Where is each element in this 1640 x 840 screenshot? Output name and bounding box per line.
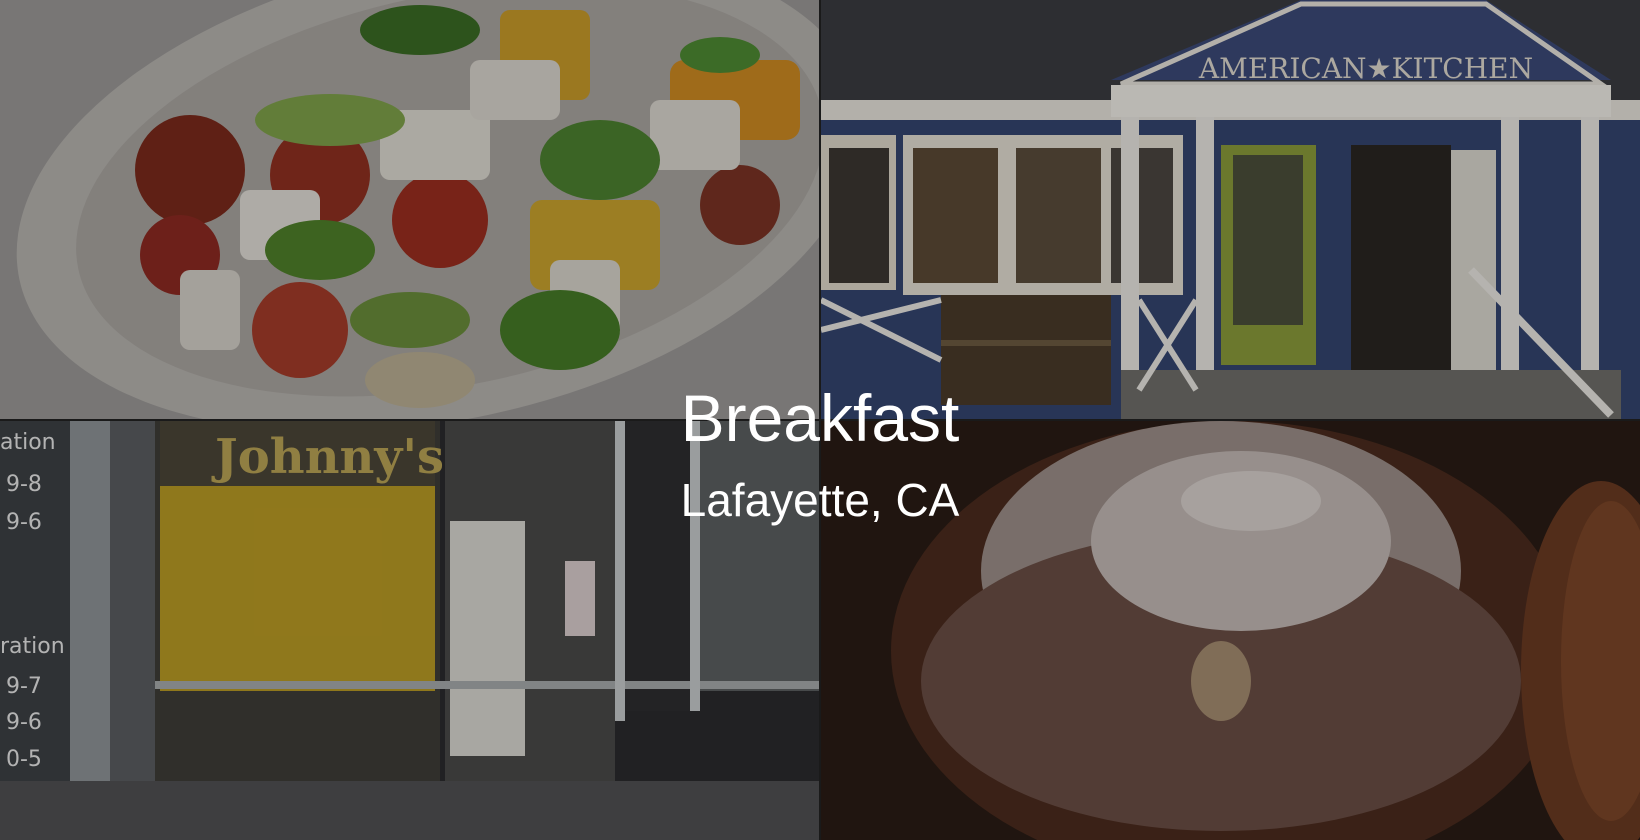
location-subtitle: Lafayette, CA	[680, 474, 960, 526]
american-kitchen-photo: AMERICAN★KITCHEN	[821, 0, 1640, 419]
page-title: Breakfast	[680, 381, 960, 455]
title-overlay: Breakfast Lafayette, CA	[0, 378, 1640, 528]
salad-photo	[0, 0, 819, 419]
